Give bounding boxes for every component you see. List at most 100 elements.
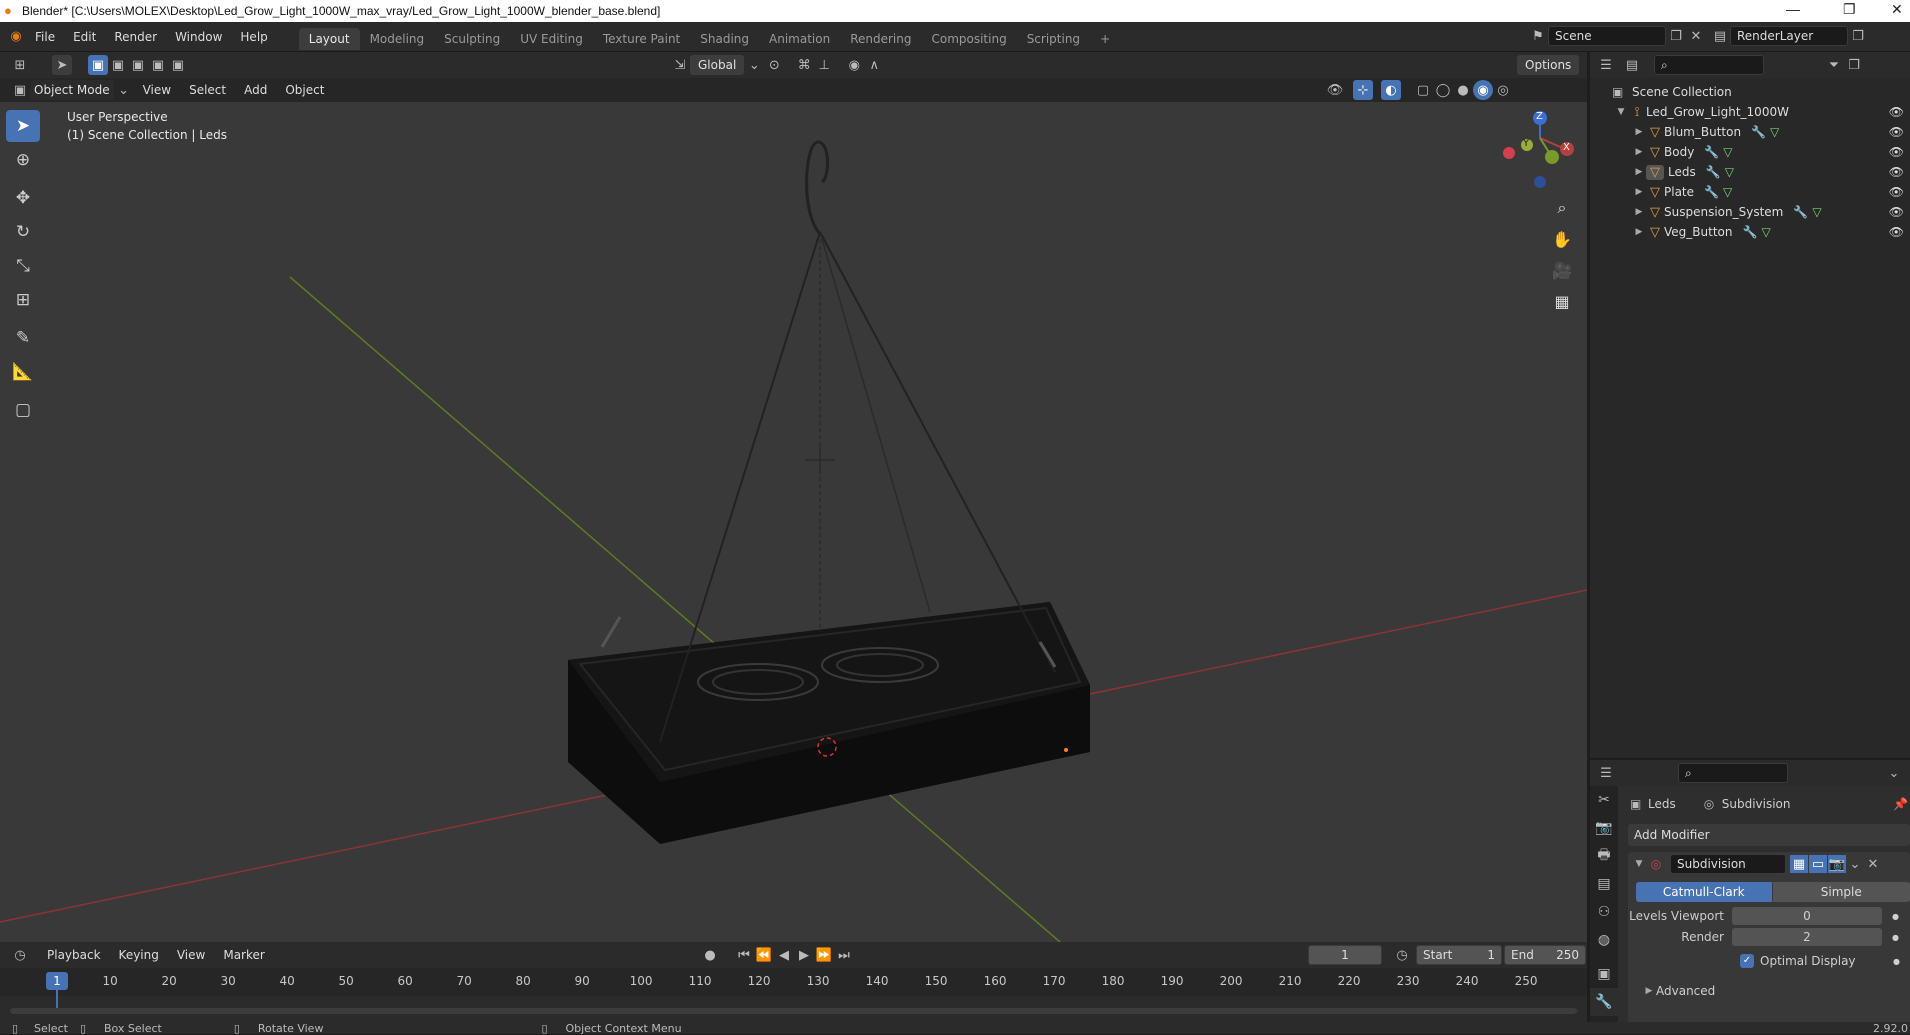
catmull-clark-option[interactable]: Catmull-Clark: [1636, 882, 1772, 902]
select-tool-icon[interactable]: ➤: [52, 55, 72, 75]
menu-keying[interactable]: Keying: [110, 940, 168, 970]
menu-marker[interactable]: Marker: [214, 940, 273, 970]
eye-icon[interactable]: 👁: [1889, 125, 1904, 139]
proportional-edit-icon[interactable]: ◉: [844, 55, 864, 75]
mesh-data-icon[interactable]: ▽: [1761, 225, 1770, 239]
tree-row-collection[interactable]: ▼ ⟟ Led_Grow_Light_1000W 👁: [1590, 102, 1910, 122]
expand-triangle-icon[interactable]: ▶: [1632, 187, 1646, 197]
editor-type-icon[interactable]: ☰: [1596, 763, 1616, 783]
edit-mode-toggle-icon[interactable]: ▦: [1790, 855, 1808, 873]
object-tab-icon[interactable]: ▣: [1590, 960, 1618, 988]
mesh-data-icon[interactable]: ▽: [1770, 125, 1779, 139]
remove-scene-icon[interactable]: ✕: [1686, 26, 1706, 46]
expand-triangle-icon[interactable]: ▶: [1632, 147, 1646, 157]
expand-triangle-icon[interactable]: ▶: [1632, 207, 1646, 217]
timeline-scrollbar[interactable]: [10, 1008, 1577, 1014]
render-levels-field[interactable]: 2: [1732, 928, 1882, 946]
wrench-icon[interactable]: 🔧: [1706, 165, 1721, 179]
editor-type-icon[interactable]: ☰: [1596, 55, 1616, 75]
measure-tool[interactable]: 📐: [6, 356, 40, 388]
options-dropdown[interactable]: Options: [1517, 55, 1580, 75]
menu-render[interactable]: Render: [105, 22, 166, 52]
xray-toggle-icon[interactable]: ▢: [1413, 80, 1433, 100]
tab-compositing[interactable]: Compositing: [921, 28, 1016, 50]
expand-triangle-icon[interactable]: ▶: [1642, 986, 1656, 996]
3d-viewport[interactable]: Z X Y ➤ ⊕ ✥ ↻ ⤡ ⊞ ✎ 📐 ▢ User Perspective…: [0, 102, 1587, 942]
output-tab-icon[interactable]: 🖶: [1590, 842, 1618, 870]
editor-type-icon[interactable]: ◷: [10, 945, 30, 965]
tab-uv-editing[interactable]: UV Editing: [510, 28, 593, 50]
timeline-ruler[interactable]: 1 10 20 30 40 50 60 70 80 90 100 110 120 130 140 150 160…: [0, 968, 1587, 996]
mesh-data-icon[interactable]: ▽: [1723, 185, 1732, 199]
transform-tool[interactable]: ⊞: [6, 284, 40, 316]
rotate-tool[interactable]: ↻: [6, 216, 40, 248]
new-collection-icon[interactable]: ❐: [1844, 55, 1864, 75]
tab-shading[interactable]: Shading: [690, 28, 759, 50]
render-toggle-icon[interactable]: 📷: [1828, 855, 1846, 873]
menu-file[interactable]: File: [26, 22, 64, 52]
select-mode-new-icon[interactable]: ▣: [88, 55, 108, 75]
keyframe-dot-icon[interactable]: ●: [1892, 933, 1899, 942]
close-icon[interactable]: ✕: [1864, 854, 1882, 874]
tab-modeling[interactable]: Modeling: [360, 28, 435, 50]
close-button[interactable]: ✕: [1891, 1, 1903, 18]
current-frame-field[interactable]: 1: [1308, 945, 1382, 965]
eye-icon[interactable]: 👁: [1889, 165, 1904, 179]
tree-row-object[interactable]: ▶ ▽ Veg_Button 🔧 ▽ 👁: [1590, 222, 1910, 242]
eye-icon[interactable]: 👁: [1889, 145, 1904, 159]
select-mode-intersect-icon[interactable]: ▣: [168, 55, 188, 75]
wrench-icon[interactable]: 🔧: [1751, 125, 1766, 139]
wrench-icon[interactable]: 🔧: [1793, 205, 1808, 219]
gizmo-toggle-icon[interactable]: ⊹: [1353, 80, 1373, 100]
tree-row-object[interactable]: ▶ ▽ Body 🔧 ▽ 👁: [1590, 142, 1910, 162]
jump-start-icon[interactable]: ⏮: [734, 945, 754, 965]
menu-help[interactable]: Help: [231, 22, 276, 52]
play-icon[interactable]: ▶: [794, 945, 814, 965]
chevron-down-icon[interactable]: ⌄: [114, 80, 134, 100]
tab-layout[interactable]: Layout: [298, 27, 360, 50]
select-box-tool[interactable]: ➤: [6, 110, 40, 142]
chevron-down-icon[interactable]: ⌄: [1846, 854, 1864, 874]
tab-scripting[interactable]: Scripting: [1017, 28, 1090, 50]
viewport-toggle-icon[interactable]: ▭: [1809, 855, 1827, 873]
overlay-toggle-icon[interactable]: ◐: [1381, 80, 1401, 100]
world-tab-icon[interactable]: ◍: [1590, 926, 1618, 954]
new-layer-icon[interactable]: ❐: [1848, 26, 1868, 46]
eye-icon[interactable]: 👁: [1889, 185, 1904, 199]
menu-add[interactable]: Add: [235, 75, 276, 105]
minimize-button[interactable]: —: [1786, 1, 1800, 17]
display-mode-icon[interactable]: ▤: [1622, 55, 1642, 75]
menu-view[interactable]: View: [168, 940, 214, 970]
perspective-toggle-icon[interactable]: ▦: [1548, 287, 1576, 315]
tab-rendering[interactable]: Rendering: [840, 28, 921, 50]
gizmo-y-label[interactable]: Y: [1523, 138, 1529, 149]
expand-triangle-icon[interactable]: ▶: [1632, 227, 1646, 237]
select-mode-extend-icon[interactable]: ▣: [108, 55, 128, 75]
render-tab-icon[interactable]: 📷: [1590, 814, 1618, 842]
eye-icon[interactable]: 👁: [1889, 225, 1904, 239]
rendered-shading-icon[interactable]: ◎: [1493, 80, 1513, 100]
select-mode-invert-icon[interactable]: ▣: [148, 55, 168, 75]
pin-icon[interactable]: 📌: [1893, 797, 1908, 811]
modifier-tab-icon[interactable]: 🔧: [1590, 988, 1618, 1016]
tree-row-object[interactable]: ▶ ▽ Plate 🔧 ▽ 👁: [1590, 182, 1910, 202]
tree-row-object-active[interactable]: ▶ ▽ Leds 🔧 ▽ 👁: [1590, 162, 1910, 182]
select-mode-subtract-icon[interactable]: ▣: [128, 55, 148, 75]
prev-keyframe-icon[interactable]: ⏪: [754, 945, 774, 965]
wireframe-shading-icon[interactable]: ◯: [1433, 80, 1453, 100]
solid-shading-icon[interactable]: ●: [1453, 80, 1473, 100]
transform-orientation-dropdown[interactable]: Global: [690, 55, 745, 75]
falloff-icon[interactable]: ∧: [864, 55, 884, 75]
next-keyframe-icon[interactable]: ⏩: [814, 945, 834, 965]
record-icon[interactable]: ●: [700, 945, 720, 965]
pan-hand-icon[interactable]: ✋: [1548, 225, 1576, 253]
menu-view[interactable]: View: [134, 75, 180, 105]
expand-triangle-icon[interactable]: ▶: [1632, 127, 1646, 137]
add-cube-tool[interactable]: ▢: [6, 394, 40, 426]
zoom-icon[interactable]: ⌕: [1548, 194, 1576, 222]
new-scene-icon[interactable]: ❐: [1666, 26, 1686, 46]
end-frame-field[interactable]: End 250: [1504, 945, 1586, 965]
editor-type-icon[interactable]: ⊞: [10, 55, 30, 75]
advanced-subpanel[interactable]: ▶ Advanced: [1628, 981, 1910, 1001]
tool-tab-icon[interactable]: ✂: [1590, 786, 1618, 814]
